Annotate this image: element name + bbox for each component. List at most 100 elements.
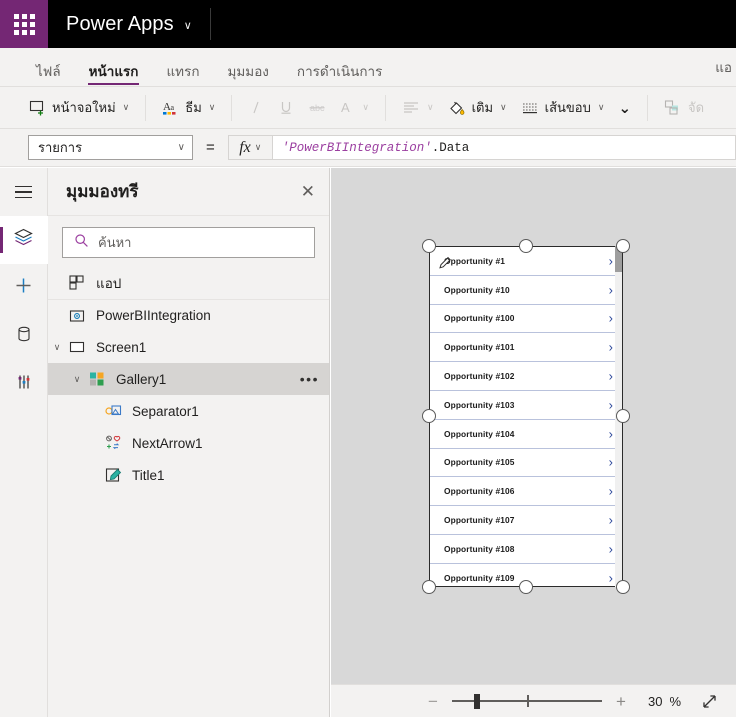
ribbon-expand-button[interactable]: ⌄ <box>611 93 638 123</box>
tab-overflow-right[interactable]: แอ <box>715 56 736 86</box>
tree-node-separator1[interactable]: Separator1 <box>48 395 329 427</box>
top-bar: Power Apps ∨ <box>0 0 736 48</box>
waffle-grid <box>13 13 35 35</box>
gallery-item[interactable]: Opportunity #107 › <box>430 506 622 535</box>
gallery-item[interactable]: Opportunity #10 › <box>430 275 622 305</box>
chevron-down-icon[interactable]: ∨ <box>500 102 507 113</box>
resize-handle-middle-right[interactable] <box>616 409 630 423</box>
zoom-slider-thumb[interactable] <box>473 694 480 709</box>
formula-input[interactable]: 'PowerBIIntegration' .Data <box>272 135 736 160</box>
gallery-item[interactable]: Opportunity #106 › <box>430 477 622 507</box>
gallery-item[interactable]: Opportunity #108 › <box>430 534 622 564</box>
tab-action[interactable]: การดำเนินการ <box>283 64 396 87</box>
gallery-item[interactable]: Opportunity #102 › <box>430 362 622 391</box>
zoom-in-button[interactable]: + <box>608 693 634 710</box>
resize-handle-top-center[interactable] <box>519 239 533 253</box>
tree-node-app[interactable]: แอป <box>48 267 329 299</box>
gallery-icon <box>86 371 108 387</box>
edit-pencil-icon[interactable] <box>438 255 453 275</box>
brand-area[interactable]: Power Apps ∨ <box>48 0 210 48</box>
fit-to-screen-button[interactable] <box>701 693 718 710</box>
zoom-slider[interactable] <box>451 694 602 709</box>
new-screen-button[interactable]: หน้าจอใหม่ ∨ <box>22 93 136 123</box>
resize-handle-top-right[interactable] <box>616 239 630 253</box>
tab-insert[interactable]: แทรก <box>152 64 213 87</box>
app-launcher-waffle-icon[interactable] <box>0 0 48 48</box>
next-arrow-icon[interactable]: › <box>609 456 613 469</box>
tree-node-screen1[interactable]: ∨ Screen1 <box>48 331 329 363</box>
resize-handle-middle-left[interactable] <box>422 409 436 423</box>
gallery-item[interactable]: Opportunity #100 › <box>430 304 622 334</box>
rail-item-tree-view[interactable] <box>0 216 48 264</box>
next-arrow-icon[interactable]: › <box>609 341 613 354</box>
tab-home[interactable]: หน้าแรก <box>75 64 153 87</box>
next-arrow-icon[interactable]: › <box>609 312 613 325</box>
tree-node-overflow-menu[interactable]: ••• <box>300 371 319 387</box>
border-button[interactable]: เส้นขอบ ∨ <box>514 93 612 123</box>
tree-view-title: มุมมองทรี <box>66 182 139 201</box>
tab-view[interactable]: มุมมอง <box>214 64 283 87</box>
close-icon[interactable]: ✕ <box>301 183 315 200</box>
tree-node-powerbiintegration[interactable]: PowerBIIntegration <box>48 299 329 331</box>
fx-button[interactable]: fx ∨ <box>227 135 273 160</box>
design-canvas[interactable]: Opportunity #1 › Opportunity #10 › Opportuni… <box>331 168 736 684</box>
resize-handle-bottom-left[interactable] <box>422 580 436 594</box>
chevron-down-icon[interactable]: ∨ <box>427 102 434 113</box>
resize-handle-bottom-right[interactable] <box>616 580 630 594</box>
gallery-item[interactable]: Opportunity #104 › <box>430 419 622 449</box>
rail-item-insert[interactable] <box>0 264 48 312</box>
fill-button[interactable]: เติม ∨ <box>441 93 514 123</box>
property-select[interactable]: รายการ ∨ <box>28 135 193 160</box>
resize-handle-bottom-center[interactable] <box>519 580 533 594</box>
svg-text:A: A <box>341 100 350 115</box>
border-label: เส้นขอบ <box>544 100 591 115</box>
rail-item-data[interactable] <box>0 312 48 360</box>
tree-node-nextarrow1[interactable]: NextArrow1 <box>48 427 329 459</box>
zoom-out-button[interactable]: − <box>420 693 446 710</box>
gallery-item-title: Opportunity #103 <box>444 399 515 410</box>
next-arrow-icon[interactable]: › <box>609 427 613 440</box>
next-arrow-icon[interactable]: › <box>609 542 613 555</box>
rail-item-hamburger[interactable] <box>0 168 48 216</box>
next-arrow-icon[interactable]: › <box>609 370 613 383</box>
chevron-down-icon[interactable]: ∨ <box>598 102 605 113</box>
gallery-control[interactable]: Opportunity #1 › Opportunity #10 › Opportuni… <box>429 246 623 587</box>
next-arrow-icon[interactable]: › <box>609 254 613 267</box>
next-arrow-icon[interactable]: › <box>609 514 613 527</box>
search-icon <box>74 233 89 253</box>
gallery-selection-wrapper: Opportunity #1 › Opportunity #10 › Opportuni… <box>422 239 630 594</box>
font-color-button[interactable]: A ∨ <box>333 93 376 123</box>
chevron-down-icon[interactable]: ∨ <box>209 102 216 113</box>
tree-node-title1[interactable]: Title1 <box>48 459 329 491</box>
italic-button[interactable] <box>241 93 271 123</box>
gallery-item[interactable]: Opportunity #101 › <box>430 333 622 363</box>
search-input[interactable]: ค้นหา <box>62 227 315 258</box>
next-arrow-icon[interactable]: › <box>609 571 613 584</box>
chevron-down-icon[interactable]: ∨ <box>68 374 86 385</box>
gallery-item[interactable]: Opportunity #105 › <box>430 448 622 478</box>
chevron-down-icon[interactable]: ∨ <box>48 342 66 353</box>
strikethrough-button[interactable]: abc <box>301 93 333 123</box>
rail-item-tools[interactable] <box>0 360 48 408</box>
tab-file[interactable]: ไฟล์ <box>22 64 75 87</box>
chevron-down-icon[interactable]: ∨ <box>184 19 192 32</box>
ribbon-group-font: abc A ∨ <box>241 87 376 129</box>
screen-icon <box>66 339 88 355</box>
arrange-button[interactable]: จัด <box>657 93 711 123</box>
next-arrow-icon[interactable]: › <box>609 485 613 498</box>
tree-node-label: Screen1 <box>96 339 147 355</box>
search-placeholder: ค้นหา <box>98 235 132 250</box>
resize-handle-top-left[interactable] <box>422 239 436 253</box>
next-arrow-icon[interactable]: › <box>609 283 613 296</box>
arrange-label: จัด <box>688 100 705 115</box>
ribbon-toolbar: หน้าจอใหม่ ∨ A a ธีม ∨ abc A ∨ ∨ เติม ∨ … <box>0 87 736 129</box>
gallery-item[interactable]: Opportunity #103 › <box>430 390 622 420</box>
chevron-down-icon[interactable]: ∨ <box>362 102 369 113</box>
next-arrow-icon[interactable]: › <box>609 398 613 411</box>
underline-button[interactable] <box>271 93 301 123</box>
tree-node-gallery1[interactable]: ∨ Gallery1 ••• <box>48 363 329 395</box>
theme-button[interactable]: A a ธีม ∨ <box>155 93 222 123</box>
align-button[interactable]: ∨ <box>395 93 441 123</box>
chevron-down-icon[interactable]: ∨ <box>123 102 130 113</box>
database-cylinder-icon <box>14 324 34 349</box>
